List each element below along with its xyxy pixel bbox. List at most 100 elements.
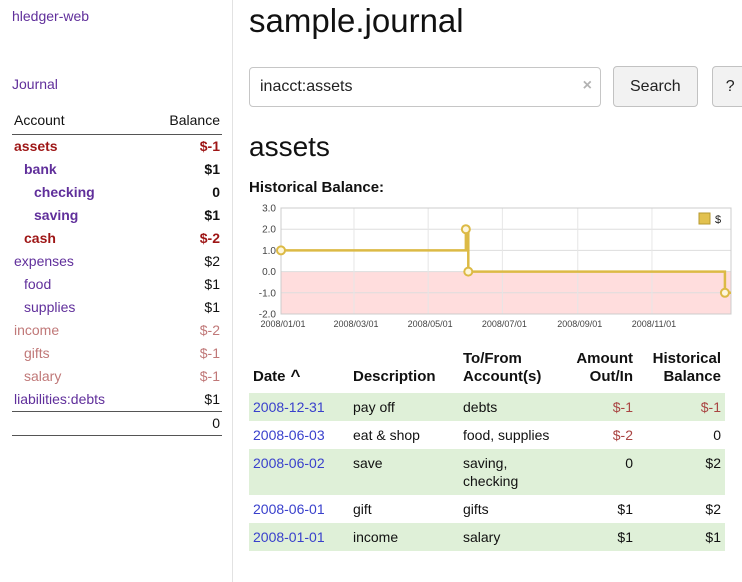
svg-text:2008/11/01: 2008/11/01 — [632, 319, 676, 329]
account-row: salary $-1 — [12, 365, 222, 388]
svg-text:1.0: 1.0 — [262, 246, 276, 257]
transaction-accounts: gifts — [459, 495, 563, 523]
transaction-balance: 0 — [637, 421, 725, 449]
register-header-balance[interactable]: Historical Balance — [637, 348, 725, 393]
nav-journal-link[interactable]: Journal — [12, 76, 222, 92]
svg-text:2008/07/01: 2008/07/01 — [482, 319, 527, 329]
account-balance: $1 — [144, 158, 222, 181]
account-row: income$-2 — [12, 319, 222, 342]
svg-text:2008/01/01: 2008/01/01 — [260, 319, 305, 329]
account-link-saving[interactable]: saving — [34, 207, 78, 223]
transaction-accounts: salary — [459, 523, 563, 551]
transaction-date-link[interactable]: 2008-01-01 — [253, 529, 325, 545]
legend-swatch — [699, 213, 710, 224]
transaction-description: save — [349, 449, 459, 495]
account-balance: $-1 — [144, 342, 222, 365]
transaction-balance: $1 — [637, 523, 725, 551]
transaction-accounts: debts — [459, 393, 563, 421]
accounts-header-row: Account Balance — [12, 110, 222, 135]
account-balance: $2 — [144, 250, 222, 273]
page-title: sample.journal — [249, 2, 742, 40]
account-row: bank $1 — [12, 158, 222, 181]
transaction-description: gift — [349, 495, 459, 523]
data-point-marker — [464, 268, 472, 276]
accounts-header-account: Account — [12, 110, 144, 135]
account-row: expenses $2 — [12, 250, 222, 273]
svg-text:0.0: 0.0 — [262, 267, 276, 278]
transaction-amount: $-2 — [563, 421, 637, 449]
transaction-date-link[interactable]: 2008-12-31 — [253, 399, 325, 415]
account-row: gifts $-1 — [12, 342, 222, 365]
transaction-amount: $1 — [563, 523, 637, 551]
transaction-balance: $2 — [637, 449, 725, 495]
search-bar: × Search ? — [249, 66, 742, 107]
account-balance: $-1 — [144, 365, 222, 388]
transaction-accounts: food, supplies — [459, 421, 563, 449]
account-link-gifts[interactable]: gifts — [24, 345, 50, 361]
account-row: food $1 — [12, 273, 222, 296]
sort-ascending-icon: ^ — [291, 366, 301, 385]
legend-label: $ — [715, 214, 721, 226]
account-row: checking 0 — [12, 181, 222, 204]
account-link-assets[interactable]: assets — [14, 138, 58, 154]
search-input[interactable] — [249, 67, 601, 107]
help-button[interactable]: ? — [712, 66, 742, 107]
register-table: Date ^ Description To/From Account(s) Amo… — [249, 348, 725, 551]
account-link-bank[interactable]: bank — [24, 161, 57, 177]
account-link-supplies[interactable]: supplies — [24, 299, 75, 315]
transaction-balance: $-1 — [637, 393, 725, 421]
chart-title: Historical Balance: — [249, 179, 742, 196]
register-header-date[interactable]: Date ^ — [249, 348, 349, 393]
data-point-marker — [721, 289, 729, 297]
account-row: liabilities:debts $1 — [12, 388, 222, 412]
transaction-date-link[interactable]: 2008-06-03 — [253, 427, 325, 443]
account-balance: $-2 — [144, 227, 222, 250]
register-row: 2008-06-01giftgifts$1$2 — [249, 495, 725, 523]
accounts-header-balance: Balance — [144, 110, 222, 135]
register-row: 2008-12-31pay offdebts$-1$-1 — [249, 393, 725, 421]
register-header-amount[interactable]: Amount Out/In — [563, 348, 637, 393]
transaction-date-link[interactable]: 2008-06-02 — [253, 455, 325, 471]
transaction-amount: 0 — [563, 449, 637, 495]
svg-text:-1.0: -1.0 — [259, 288, 277, 299]
account-row: saving$1 — [12, 204, 222, 227]
account-link-income[interactable]: income — [14, 322, 59, 338]
register-header-description[interactable]: Description — [349, 348, 459, 393]
account-balance: $1 — [144, 273, 222, 296]
main-content: sample.journal × Search ? assets Histori… — [233, 0, 742, 582]
search-input-wrap: × — [249, 67, 601, 107]
transaction-date-link[interactable]: 2008-06-01 — [253, 501, 325, 517]
app-title-link[interactable]: hledger-web — [12, 8, 222, 24]
account-link-liabilities-debts[interactable]: liabilities:debts — [14, 391, 105, 407]
transaction-description: pay off — [349, 393, 459, 421]
account-row: supplies $1 — [12, 296, 222, 319]
account-balance: 0 — [144, 181, 222, 204]
transaction-description: eat & shop — [349, 421, 459, 449]
account-heading: assets — [249, 131, 742, 163]
account-balance: $1 — [144, 296, 222, 319]
account-link-food[interactable]: food — [24, 276, 51, 292]
svg-text:2008/09/01: 2008/09/01 — [557, 319, 602, 329]
svg-text:3.0: 3.0 — [262, 204, 276, 215]
register-table-body: 2008-12-31pay offdebts$-1$-12008-06-03ea… — [249, 393, 725, 551]
clear-search-icon[interactable]: × — [583, 76, 592, 96]
account-link-cash[interactable]: cash — [24, 230, 56, 246]
account-balance: $-1 — [144, 135, 222, 159]
register-row: 2008-01-01incomesalary$1$1 — [249, 523, 725, 551]
register-header-accounts[interactable]: To/From Account(s) — [459, 348, 563, 393]
accounts-total-value: 0 — [144, 412, 222, 436]
account-balance: $1 — [144, 388, 222, 412]
register-row: 2008-06-03 eat & shopfood, supplies$-20 — [249, 421, 725, 449]
transaction-amount: $1 — [563, 495, 637, 523]
search-button[interactable]: Search — [613, 66, 698, 107]
svg-text:2.0: 2.0 — [262, 225, 276, 236]
accounts-total-spacer — [12, 412, 144, 436]
register-header-date-label: Date — [253, 368, 286, 385]
transaction-accounts: saving, checking — [459, 449, 563, 495]
account-link-expenses[interactable]: expenses — [14, 253, 74, 269]
data-point-marker — [277, 246, 285, 254]
account-link-salary[interactable]: salary — [24, 368, 61, 384]
transaction-description: income — [349, 523, 459, 551]
account-link-checking[interactable]: checking — [34, 184, 95, 200]
accounts-total-row: 0 — [12, 412, 222, 436]
